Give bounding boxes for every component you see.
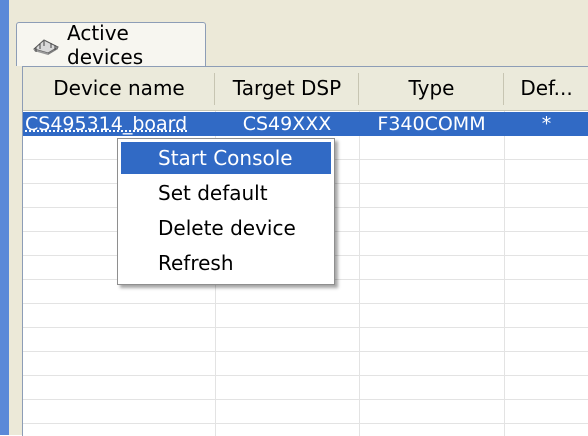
cell-type: F340COMM [359,112,504,136]
tab-label: Active devices [67,21,205,69]
chip-icon [31,35,61,55]
menu-item-delete-device[interactable]: Delete device [121,212,331,244]
window-top-bar [0,0,588,14]
column-header-target-dsp[interactable]: Target DSP [215,67,359,111]
cell-default: * [504,112,588,136]
column-header-label: Target DSP [233,76,341,100]
menu-item-refresh[interactable]: Refresh [121,247,331,279]
column-header-default[interactable]: Def... [504,67,588,111]
column-header-label: Device name [53,76,184,100]
menu-item-start-console[interactable]: Start Console [121,142,331,174]
column-header-label: Def... [520,76,572,100]
context-menu: Start Console Set default Delete device … [117,138,335,285]
table-row-selected[interactable]: CS495314_board CS49XXX F340COMM * [23,112,588,136]
cell-device-name: CS495314_board [23,112,215,136]
cell-text: CS495314_board [25,113,187,135]
column-divider [359,111,360,436]
column-header-device-name[interactable]: Device name [23,67,215,111]
window-left-border [0,0,9,435]
column-header-type[interactable]: Type [359,67,504,111]
cell-target-dsp: CS49XXX [215,112,359,136]
column-divider [504,111,505,436]
tab-active-devices[interactable]: Active devices [16,22,206,66]
menu-item-set-default[interactable]: Set default [121,177,331,209]
column-header-label: Type [409,76,455,100]
table-header: Device name Target DSP Type Def... [23,67,588,111]
